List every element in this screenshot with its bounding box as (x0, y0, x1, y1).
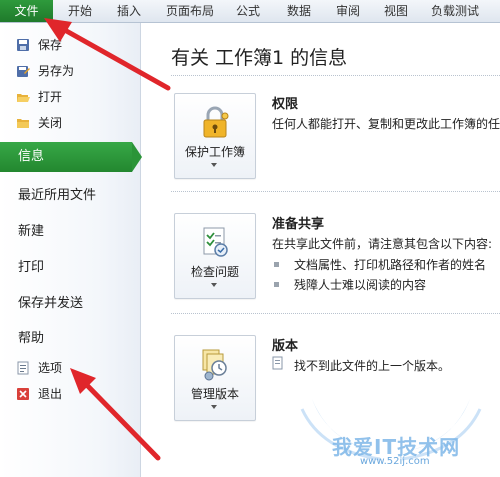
annotation-arrow-options (70, 368, 161, 461)
annotation-overlay (44, 18, 171, 461)
annotation-arrow-file (44, 18, 171, 91)
